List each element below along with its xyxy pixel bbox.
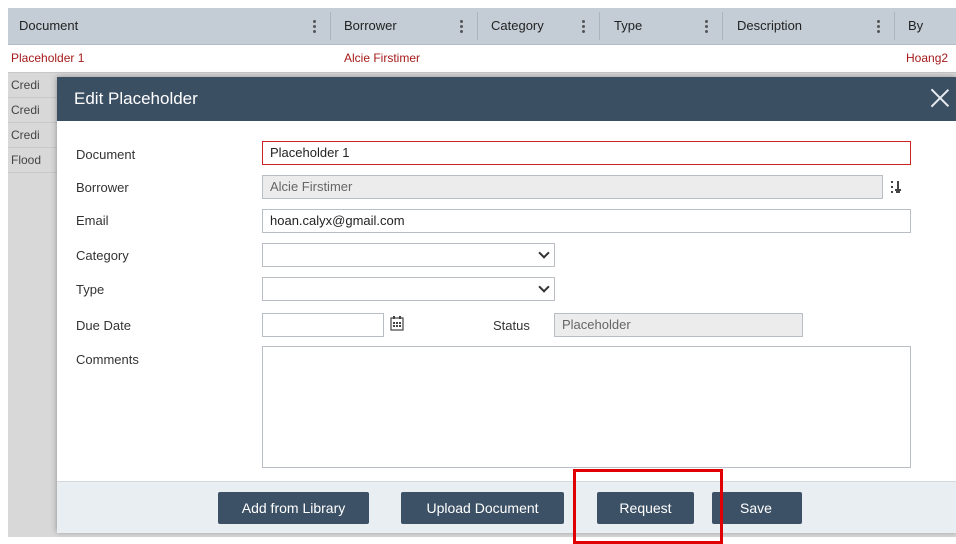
document-input[interactable]: Placeholder 1 — [262, 141, 911, 165]
chevron-down-icon — [540, 251, 548, 259]
close-icon[interactable] — [930, 88, 950, 108]
column-divider — [330, 12, 331, 40]
cell-document: Credi — [11, 103, 40, 117]
type-select[interactable] — [262, 277, 555, 301]
table-row[interactable]: Placeholder 1 Alcie Firstimer Hoang2 — [8, 45, 956, 73]
column-menu-icon[interactable] — [705, 20, 708, 34]
column-header-borrower[interactable]: Borrower — [344, 8, 397, 44]
status-input: Placeholder — [554, 313, 803, 337]
dialog-body: Document Placeholder 1 Borrower Alcie Fi… — [57, 121, 956, 481]
comments-textarea[interactable] — [262, 346, 911, 468]
edit-placeholder-dialog: Edit Placeholder Document Placeholder 1 … — [57, 77, 956, 533]
borrower-label: Borrower — [76, 180, 129, 195]
dialog-title: Edit Placeholder — [74, 89, 198, 108]
calendar-icon[interactable] — [390, 315, 404, 331]
column-header-document[interactable]: Document — [19, 8, 78, 44]
email-input[interactable]: hoan.calyx@gmail.com — [262, 209, 911, 233]
email-label: Email — [76, 213, 109, 228]
column-menu-icon[interactable] — [877, 20, 880, 34]
due-date-label: Due Date — [76, 318, 131, 333]
column-menu-icon[interactable] — [460, 20, 463, 34]
type-label: Type — [76, 282, 105, 297]
cell-document: Flood — [11, 153, 42, 167]
chevron-down-icon — [540, 285, 548, 293]
column-divider — [477, 12, 478, 40]
column-header-description[interactable]: Description — [737, 8, 802, 44]
comments-label: Comments — [76, 352, 139, 367]
category-select[interactable] — [262, 243, 555, 267]
save-button[interactable]: Save — [712, 492, 802, 524]
borrower-input: Alcie Firstimer — [262, 175, 883, 199]
due-date-input[interactable] — [262, 313, 384, 337]
dialog-footer: Add from Library Upload Document Request… — [57, 481, 956, 533]
upload-document-button[interactable]: Upload Document — [401, 492, 564, 524]
cell-document: Credi — [11, 78, 40, 92]
column-menu-icon[interactable] — [313, 20, 316, 34]
column-header-by[interactable]: By — [908, 8, 923, 44]
borrower-sort-icon[interactable] — [891, 179, 905, 195]
request-button[interactable]: Request — [597, 492, 694, 524]
column-divider — [722, 12, 723, 40]
document-label: Document — [76, 147, 136, 162]
add-from-library-button[interactable]: Add from Library — [218, 492, 369, 524]
column-header-type[interactable]: Type — [614, 8, 642, 44]
category-label: Category — [76, 248, 129, 263]
column-divider — [894, 12, 895, 40]
cell-by: Hoang2 — [906, 51, 949, 65]
dialog-header: Edit Placeholder — [57, 77, 956, 121]
status-label: Status — [493, 318, 530, 333]
column-divider — [599, 12, 600, 40]
cell-document: Placeholder 1 — [11, 51, 85, 65]
cell-document: Credi — [11, 128, 40, 142]
cell-borrower: Alcie Firstimer — [344, 51, 421, 65]
column-menu-icon[interactable] — [582, 20, 585, 34]
column-header-category[interactable]: Category — [491, 8, 544, 44]
grid-header: Document Borrower Category Type Descript… — [8, 8, 956, 45]
